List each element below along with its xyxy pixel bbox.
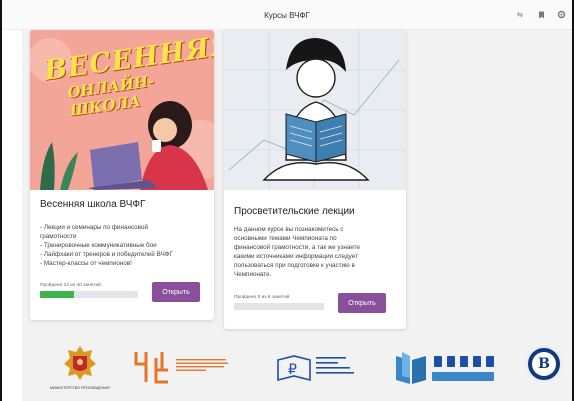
- course-description: - Лекции и семинары по финансовой грамот…: [40, 223, 208, 268]
- description-line: - Лайфхаки от тренеров и победителей ВЧФ…: [40, 251, 173, 258]
- description-line: - Лекции и семинары по финансовой: [40, 224, 148, 231]
- svg-text:⇆: ⇆: [517, 11, 523, 19]
- course-description: На данном курсе вы познакомитесь с основ…: [234, 225, 394, 279]
- app-title: Курсы ВЧФГ: [264, 11, 310, 20]
- progress-label: Пройдено 0 из 6 занятий: [234, 295, 290, 300]
- course-title: Просветительские лекции: [234, 206, 355, 217]
- description-line: На данном курсе вы познакомитесь с: [234, 226, 344, 233]
- case-games-logo: [394, 350, 496, 388]
- toolbar-icons: ⇆: [517, 10, 566, 19]
- course-title: Весенняя школа ВЧФГ: [40, 199, 146, 210]
- case-games-wordmark: [432, 356, 494, 381]
- top-bar: Курсы ВЧФГ ⇆: [2, 0, 572, 30]
- association-logo-caption: [316, 356, 354, 374]
- courses-area: ВЕСЕННЯЯ ОНЛАЙН-ШКОЛА Весенняя школа ВЧФ…: [22, 30, 572, 340]
- ministry-label: МИНИСТЕРСТВО ПРОСВЕЩЕНИЯ: [50, 386, 110, 390]
- association-logo: ₽: [276, 354, 366, 384]
- hse-initial: В: [538, 356, 550, 372]
- description-line: какими источниками информации следует: [234, 253, 358, 260]
- hse-emblem: В: [526, 346, 562, 382]
- course-card-spring-school[interactable]: ВЕСЕННЯЯ ОНЛАЙН-ШКОЛА Весенняя школа ВЧФ…: [30, 30, 214, 320]
- open-course-button[interactable]: Открыть: [152, 282, 200, 302]
- description-line: грамотности: [40, 233, 77, 240]
- progress-label: Пройдено 14 из 40 занятий: [40, 283, 101, 288]
- description-line: Чемпионате.: [234, 271, 272, 278]
- association-logo-text: [316, 356, 366, 383]
- description-line: основными темами Чемпионата по: [234, 235, 337, 242]
- settings-icon[interactable]: [557, 10, 566, 19]
- description-line: - Мастер-классы от чемпионов!: [40, 260, 132, 267]
- partner-logos: МИНИСТЕРСТВО ПРОСВЕЩЕНИЯ ₽ В: [22, 340, 572, 401]
- center-logo: [132, 350, 230, 384]
- description-line: пользоваться при подготовке к участию в: [234, 262, 355, 269]
- bookmark-icon[interactable]: [537, 10, 546, 19]
- center-logo-text: [176, 358, 230, 377]
- hse-logo: В: [526, 346, 562, 382]
- description-line: финансовой грамотности, а так же узнаете: [234, 244, 360, 251]
- center-logo-caption: [176, 358, 228, 371]
- translate-icon[interactable]: ⇆: [517, 10, 526, 19]
- ministry-logo: МИНИСТЕРСТВО ПРОСВЕЩЕНИЯ: [50, 344, 110, 392]
- course-hero-image: ВЕСЕННЯЯ ОНЛАЙН-ШКОЛА: [30, 30, 214, 190]
- course-card-lectures[interactable]: Просветительские лекции На данном курсе …: [224, 30, 406, 329]
- svg-text:₽: ₽: [288, 362, 297, 378]
- progress-fill: [40, 291, 75, 298]
- course-hero-image: [224, 30, 406, 190]
- open-course-button[interactable]: Открыть: [338, 293, 386, 313]
- progress-bar: [234, 303, 324, 310]
- description-line: - Тренировочные коммуникативные бои: [40, 242, 157, 249]
- progress-bar: [40, 291, 138, 298]
